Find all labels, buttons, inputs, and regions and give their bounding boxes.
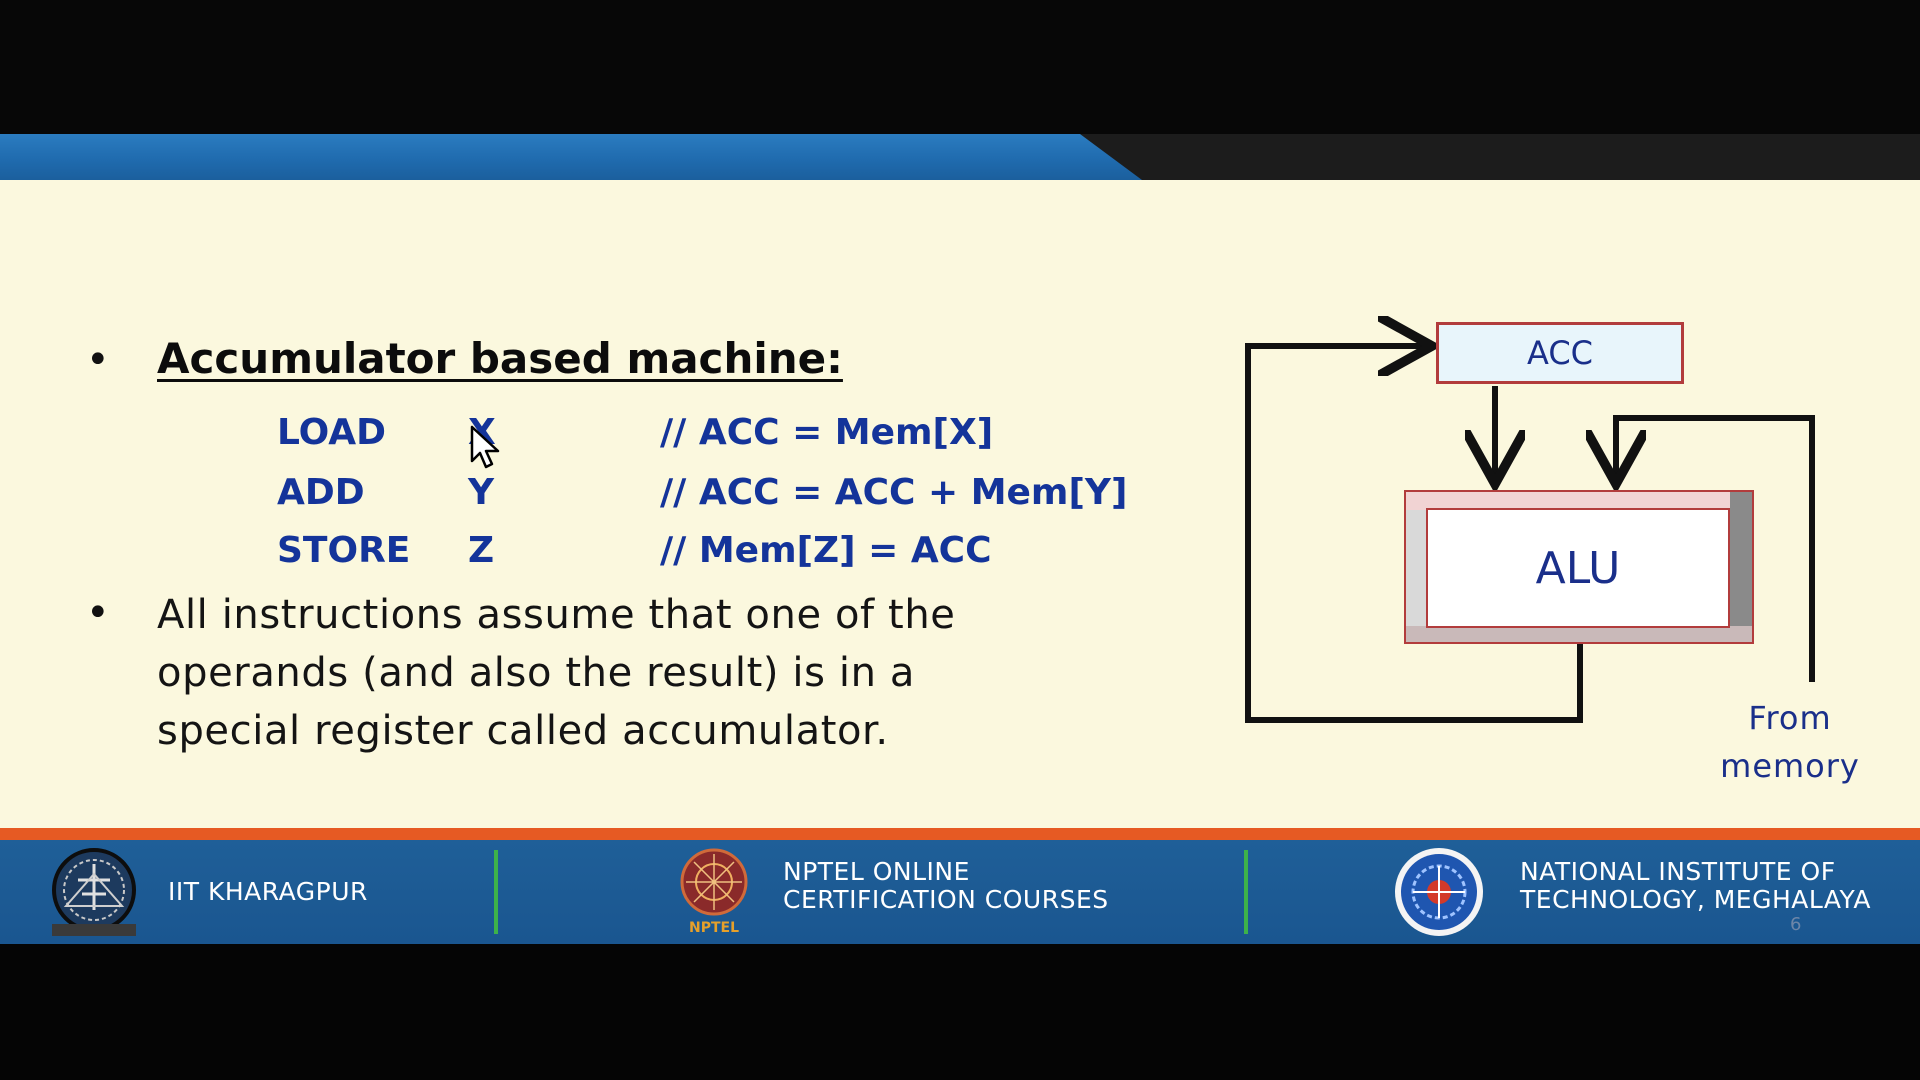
from-memory-label: From memory <box>1700 694 1880 790</box>
footer-right-line: NATIONAL INSTITUTE OF <box>1520 857 1836 886</box>
footer-center-line: NPTEL ONLINE <box>783 857 970 886</box>
nit-meghalaya-label: NATIONAL INSTITUTE OF TECHNOLOGY, MEGHAL… <box>1520 858 1871 914</box>
code-op: ADD <box>277 472 365 513</box>
description-line: operands (and also the result) is in a <box>157 650 915 696</box>
code-comment: // ACC = ACC + Mem[Y] <box>660 472 1128 513</box>
footer-right-line: TECHNOLOGY, MEGHALAYA <box>1520 885 1871 914</box>
code-op: LOAD <box>277 412 387 453</box>
alu-face: ALU <box>1426 508 1730 628</box>
acc-label: ACC <box>1526 334 1593 372</box>
bullet-heading: • <box>86 337 110 383</box>
slide-heading: Accumulator based machine: <box>157 334 843 383</box>
nptel-label: NPTEL ONLINE CERTIFICATION COURSES <box>783 858 1109 914</box>
acc-register-box: ACC <box>1436 322 1684 384</box>
code-arg: Y <box>468 472 495 513</box>
code-comment: // Mem[Z] = ACC <box>660 530 992 571</box>
accumulator-diagram: ACC ALU From memory <box>1230 310 1910 790</box>
footer-banner: IIT KHARAGPUR NPTEL NPTEL ONLINE CERTIFI… <box>0 840 1920 944</box>
code-op: STORE <box>277 530 411 571</box>
code-comment: // ACC = Mem[X] <box>660 412 994 453</box>
nptel-logo-text: NPTEL <box>689 920 739 936</box>
slide-number: 6 <box>1790 914 1802 935</box>
iit-kharagpur-label: IIT KHARAGPUR <box>168 878 368 906</box>
description-line: All instructions assume that one of the <box>157 592 956 638</box>
alu-box: ALU <box>1404 490 1754 644</box>
footer-center-line: CERTIFICATION COURSES <box>783 885 1109 914</box>
iit-kharagpur-emblem-icon <box>52 848 136 936</box>
mouse-pointer-icon <box>470 425 500 469</box>
bottom-letterbox <box>0 944 1920 1080</box>
alu-label: ALU <box>1535 542 1621 594</box>
from-memory-line: memory <box>1720 747 1860 785</box>
from-memory-line: From <box>1748 699 1832 737</box>
footer-accent-bar <box>0 828 1920 840</box>
footer-divider <box>1244 850 1248 934</box>
top-letterbox <box>0 0 1920 134</box>
slide-description: All instructions assume that one of the … <box>157 586 1177 760</box>
nit-meghalaya-emblem-icon <box>1395 848 1483 936</box>
footer-left-text: IIT KHARAGPUR <box>168 877 368 906</box>
nptel-logo-icon: NPTEL <box>680 848 748 936</box>
alu-bevel <box>1406 626 1752 642</box>
description-line: special register called accumulator. <box>157 708 889 754</box>
code-arg: Z <box>468 530 495 571</box>
video-frame: • Accumulator based machine: LOAD X // A… <box>0 0 1920 1080</box>
footer-divider <box>494 850 498 934</box>
slide-header-blue-bar <box>0 134 1142 180</box>
alu-bevel <box>1730 492 1752 642</box>
bullet-description: • <box>86 590 110 636</box>
